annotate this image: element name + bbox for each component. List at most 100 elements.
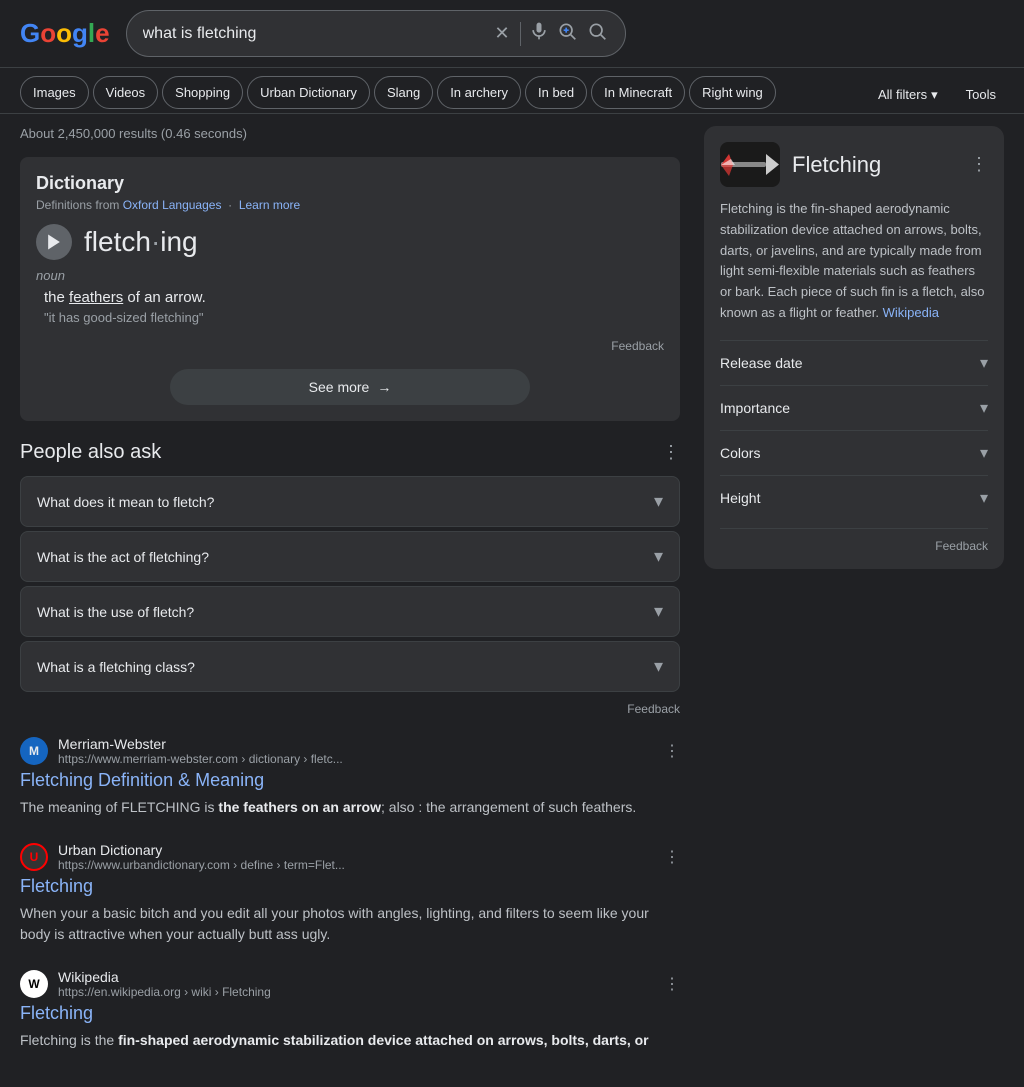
dict-feedback-button[interactable]: Feedback: [611, 339, 664, 353]
panel-section-height[interactable]: Height ▾: [720, 475, 988, 520]
panel-feedback-button[interactable]: Feedback: [935, 539, 988, 553]
main-content: About 2,450,000 results (0.46 seconds) D…: [0, 114, 1024, 1087]
result-url-0: https://www.merriam-webster.com › dictio…: [58, 752, 654, 766]
panel-header: Fletching ⋮: [720, 142, 988, 187]
result-source-0: M Merriam-Webster https://www.merriam-we…: [20, 736, 680, 766]
tab-videos[interactable]: Videos: [93, 76, 159, 109]
search-bar: ✕: [126, 10, 626, 57]
word-part-1: fletch: [84, 226, 151, 257]
site-name-1: Urban Dictionary: [58, 842, 654, 858]
google-logo: Google: [20, 18, 110, 49]
logo-g: G: [20, 18, 40, 48]
result-title-2[interactable]: Fletching: [20, 1003, 680, 1024]
right-panel: Fletching ⋮ Fletching is the fin-shaped …: [704, 126, 1004, 569]
result-snippet-2: Fletching is the fin-shaped aerodynamic …: [20, 1030, 680, 1051]
result-source-info-1: Urban Dictionary https://www.urbandictio…: [58, 842, 654, 872]
tools-button[interactable]: Tools: [958, 79, 1004, 110]
favicon-wikipedia: W: [20, 970, 48, 998]
paa-item-3[interactable]: What is a fletching class? ▾: [20, 641, 680, 692]
paa-chevron-1-icon: ▾: [654, 546, 663, 567]
see-more-button[interactable]: See more →: [170, 369, 530, 405]
definition-example: "it has good-sized fletching": [44, 310, 664, 325]
paa-menu-button[interactable]: ⋮: [662, 442, 680, 463]
section-chevron-0-icon: ▾: [980, 353, 988, 373]
result-source-info-0: Merriam-Webster https://www.merriam-webs…: [58, 736, 654, 766]
panel-section-colors[interactable]: Colors ▾: [720, 430, 988, 475]
audio-button[interactable]: [36, 224, 72, 260]
section-chevron-2-icon: ▾: [980, 443, 988, 463]
paa-feedback-button[interactable]: Feedback: [627, 702, 680, 716]
result-title-0[interactable]: Fletching Definition & Meaning: [20, 770, 680, 791]
paa-question-0: What does it mean to fletch?: [37, 494, 214, 510]
favicon-letter-0: M: [29, 744, 39, 758]
all-filters-button[interactable]: All filters ▾: [870, 79, 946, 111]
paa-question-1: What is the act of fletching?: [37, 549, 209, 565]
clear-search-button[interactable]: ✕: [493, 21, 512, 46]
tab-in-minecraft[interactable]: In Minecraft: [591, 76, 685, 109]
result-title-1[interactable]: Fletching: [20, 876, 680, 897]
dict-source-link[interactable]: Oxford Languages: [123, 198, 222, 212]
favicon-letter-2: W: [28, 977, 39, 991]
word-dot: ·: [151, 226, 160, 257]
site-name-0: Merriam-Webster: [58, 736, 654, 752]
paa-feedback-area: Feedback: [20, 700, 680, 716]
dict-learn-more-link[interactable]: Learn more: [239, 198, 300, 212]
tab-shopping[interactable]: Shopping: [162, 76, 243, 109]
result-menu-0[interactable]: ⋮: [664, 741, 680, 761]
tab-right-wing[interactable]: Right wing: [689, 76, 776, 109]
tab-in-archery[interactable]: In archery: [437, 76, 521, 109]
panel-section-importance[interactable]: Importance ▾: [720, 385, 988, 430]
result-merriam-webster: M Merriam-Webster https://www.merriam-we…: [20, 736, 680, 818]
nav-tabs: Images Videos Shopping Urban Dictionary …: [0, 68, 1024, 114]
dict-title: Dictionary: [36, 173, 664, 194]
section-label-1: Importance: [720, 400, 790, 416]
tab-images[interactable]: Images: [20, 76, 89, 109]
paa-title: People also ask: [20, 441, 161, 464]
people-also-ask-section: People also ask ⋮ What does it mean to f…: [20, 441, 680, 716]
paa-item-2[interactable]: What is the use of fletch? ▾: [20, 586, 680, 637]
paa-chevron-3-icon: ▾: [654, 656, 663, 677]
tab-slang[interactable]: Slang: [374, 76, 433, 109]
dictionary-card: Dictionary Definitions from Oxford Langu…: [20, 157, 680, 421]
panel-title-row: Fletching ⋮: [792, 152, 988, 178]
search-divider: [520, 22, 521, 46]
panel-title: Fletching: [792, 152, 881, 178]
result-url-1: https://www.urbandictionary.com › define…: [58, 858, 654, 872]
favicon-merriam-webster: M: [20, 737, 48, 765]
wikipedia-link[interactable]: Wikipedia: [883, 305, 939, 320]
panel-menu-button[interactable]: ⋮: [970, 154, 988, 175]
site-name-2: Wikipedia: [58, 969, 654, 985]
lens-button[interactable]: [557, 21, 577, 46]
header: Google ✕: [0, 0, 1024, 68]
result-menu-1[interactable]: ⋮: [664, 847, 680, 867]
logo-g2: g: [72, 18, 88, 48]
word-text: fletch·ing: [84, 226, 198, 258]
result-url-2: https://en.wikipedia.org › wiki › Fletch…: [58, 985, 654, 999]
all-filters-label: All filters: [878, 87, 927, 102]
tab-urban-dictionary[interactable]: Urban Dictionary: [247, 76, 370, 109]
logo-o2: o: [56, 18, 72, 48]
result-menu-2[interactable]: ⋮: [664, 974, 680, 994]
see-more-arrow-icon: →: [377, 379, 391, 395]
favicon-urban-dictionary: U: [20, 843, 48, 871]
left-column: About 2,450,000 results (0.46 seconds) D…: [20, 126, 680, 1075]
panel-description: Fletching is the fin-shaped aerodynamic …: [720, 199, 988, 324]
result-source-1: U Urban Dictionary https://www.urbandict…: [20, 842, 680, 872]
dict-source: Definitions from Oxford Languages · Lear…: [36, 198, 664, 212]
paa-item-0[interactable]: What does it mean to fletch? ▾: [20, 476, 680, 527]
word-part-2: ing: [160, 226, 197, 257]
panel-feedback-area: Feedback: [720, 528, 988, 553]
tab-in-bed[interactable]: In bed: [525, 76, 587, 109]
results-count: About 2,450,000 results (0.46 seconds): [20, 126, 680, 141]
dict-word-line: fletch·ing: [36, 224, 664, 260]
result-source-info-2: Wikipedia https://en.wikipedia.org › wik…: [58, 969, 654, 999]
section-label-0: Release date: [720, 355, 803, 371]
paa-chevron-0-icon: ▾: [654, 491, 663, 512]
mic-button[interactable]: [529, 21, 549, 46]
panel-section-release-date[interactable]: Release date ▾: [720, 340, 988, 385]
search-submit-button[interactable]: [585, 19, 609, 48]
section-label-3: Height: [720, 490, 760, 506]
search-input[interactable]: [143, 25, 485, 43]
paa-item-1[interactable]: What is the act of fletching? ▾: [20, 531, 680, 582]
see-more-label: See more: [309, 379, 370, 395]
